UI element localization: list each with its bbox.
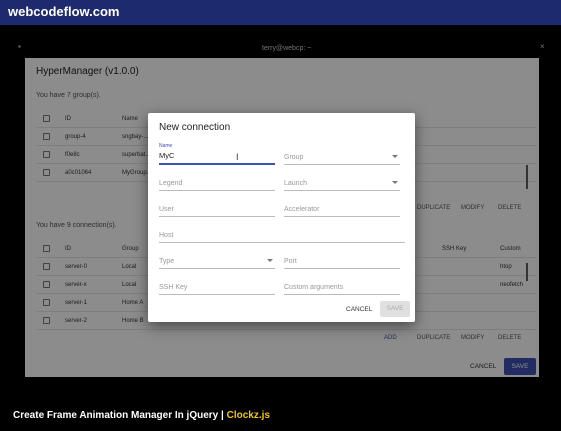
name-field-label: Name <box>159 143 173 149</box>
host-field[interactable]: Host <box>159 225 405 243</box>
connections-scrollbar[interactable] <box>526 263 528 281</box>
footer-caption: Create Frame Animation Manager In jQuery… <box>13 410 270 421</box>
launch-select[interactable]: Launch <box>284 173 400 191</box>
group-select-placeholder: Group <box>284 154 304 161</box>
text-cursor-icon: I <box>236 152 239 162</box>
groups-scrollbar[interactable] <box>526 165 528 189</box>
type-select-placeholder: Type <box>159 258 175 265</box>
custom-arguments-field[interactable]: Custom arguments <box>284 277 400 295</box>
window-close-icon[interactable]: × <box>540 42 545 51</box>
name-field-value: MyC <box>159 151 175 160</box>
dialog-cancel-button[interactable]: Cancel <box>346 306 372 313</box>
user-field-placeholder: User <box>159 206 174 213</box>
ssh-key-field[interactable]: SSH Key <box>159 277 275 295</box>
port-field-placeholder: Port <box>284 258 297 265</box>
window-title: terry@webcp: ~ <box>262 45 312 52</box>
name-field[interactable]: Name MyC <box>159 143 275 165</box>
footer-caption-highlight[interactable]: Clockz.js <box>227 410 270 421</box>
chevron-down-icon <box>267 259 273 262</box>
dialog-save-button[interactable]: Save <box>380 301 410 317</box>
ssh-key-field-placeholder: SSH Key <box>159 284 188 291</box>
chevron-down-icon <box>392 181 398 184</box>
group-select[interactable]: Group <box>284 147 400 165</box>
type-select[interactable]: Type <box>159 251 275 269</box>
legend-field[interactable]: Legend <box>159 173 275 191</box>
site-topbar: webcodeflow.com <box>0 0 561 25</box>
launch-select-placeholder: Launch <box>284 180 307 187</box>
new-connection-dialog: New connection Name MyC Group Legend Lau… <box>148 113 415 322</box>
page-footer: Create Frame Animation Manager In jQuery… <box>0 402 561 431</box>
legend-field-placeholder: Legend <box>159 180 183 187</box>
user-field[interactable]: User <box>159 199 275 217</box>
custom-arguments-field-placeholder: Custom arguments <box>284 284 344 291</box>
chevron-down-icon <box>392 155 398 158</box>
port-field[interactable]: Port <box>284 251 400 269</box>
footer-caption-text: Create Frame Animation Manager In jQuery… <box>13 410 227 421</box>
host-field-placeholder: Host <box>159 232 174 239</box>
site-brand[interactable]: webcodeflow.com <box>8 4 119 19</box>
dialog-title: New connection <box>159 122 231 133</box>
window-menu-icon[interactable]: ▪ <box>18 42 21 51</box>
accelerator-field-placeholder: Accelerator <box>284 206 320 213</box>
accelerator-field[interactable]: Accelerator <box>284 199 400 217</box>
